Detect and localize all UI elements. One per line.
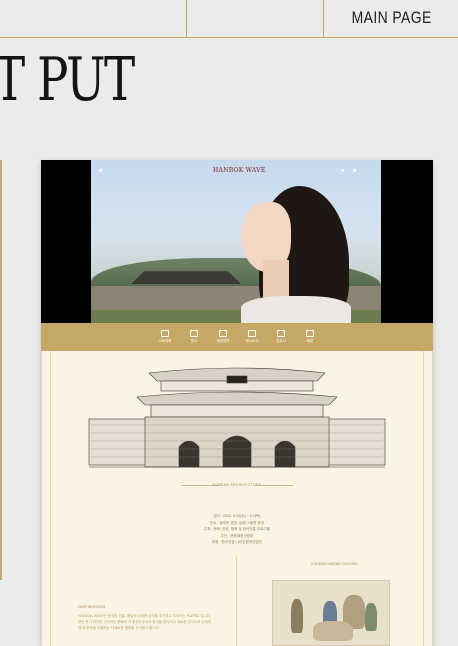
menu-item-recruit[interactable]: 채용 xyxy=(296,330,324,344)
top-bar: MAIN PAGE xyxy=(0,0,458,38)
menu-item-event[interactable]: 행사 xyxy=(180,330,208,344)
top-divider xyxy=(323,0,324,38)
menu-icon[interactable] xyxy=(99,169,102,172)
left-accent-line xyxy=(0,160,2,580)
architecture-caption: KOREAN ARCHITECTURE xyxy=(212,483,262,487)
mission-text: HANBOK WAVE는 한국의 전통, 예술의 섬세한 감각을 추구하고 지켜… xyxy=(78,614,212,630)
architecture-section: KOREAN ARCHITECTURE 일시 : 2022. 5.25(수) ~… xyxy=(41,351,433,646)
lantern-icon xyxy=(190,330,198,337)
calendar-icon xyxy=(219,330,227,337)
main-page-link[interactable]: MAIN PAGE xyxy=(352,8,432,28)
culture-caption: KOREAN UNIQUE CULTURE xyxy=(311,562,358,566)
culture-painting xyxy=(272,580,390,646)
event-info: 일시 : 2022. 5.25(수) ~ 6.2(목) 장소 : 동대문 광장,… xyxy=(203,514,271,544)
bell-icon xyxy=(248,330,256,337)
menu-item-education[interactable]: 교육과정 xyxy=(151,330,179,344)
menu-item-community[interactable]: 커뮤니 xyxy=(267,330,295,344)
menu-item-reservation[interactable]: 체험예약 xyxy=(209,330,237,344)
website-mockup: HANBOK WAVE 교육과정 행사 체험예약 행사소식 커뮤니 채용 KOR… xyxy=(41,160,433,646)
top-divider xyxy=(186,0,187,38)
search-icon[interactable] xyxy=(341,169,344,172)
quick-menu-bar: 교육과정 행사 체험예약 행사소식 커뮤니 채용 xyxy=(41,323,433,351)
hero-photo xyxy=(91,160,381,323)
user-icon[interactable] xyxy=(353,169,356,172)
file-icon xyxy=(306,330,314,337)
hero-banner: HANBOK WAVE xyxy=(41,160,433,323)
site-nav: HANBOK WAVE xyxy=(91,167,381,177)
lower-section: OUR MISSION HANBOK WAVE는 한국의 전통, 예술의 섬세한… xyxy=(41,556,433,646)
mission-heading: OUR MISSION xyxy=(78,604,105,609)
gate-illustration xyxy=(88,367,386,468)
book-icon xyxy=(161,330,169,337)
chat-icon xyxy=(277,330,285,337)
site-logo[interactable]: HANBOK WAVE xyxy=(213,167,266,174)
menu-item-news[interactable]: 행사소식 xyxy=(238,330,266,344)
section-title: T PUT xyxy=(0,45,135,115)
